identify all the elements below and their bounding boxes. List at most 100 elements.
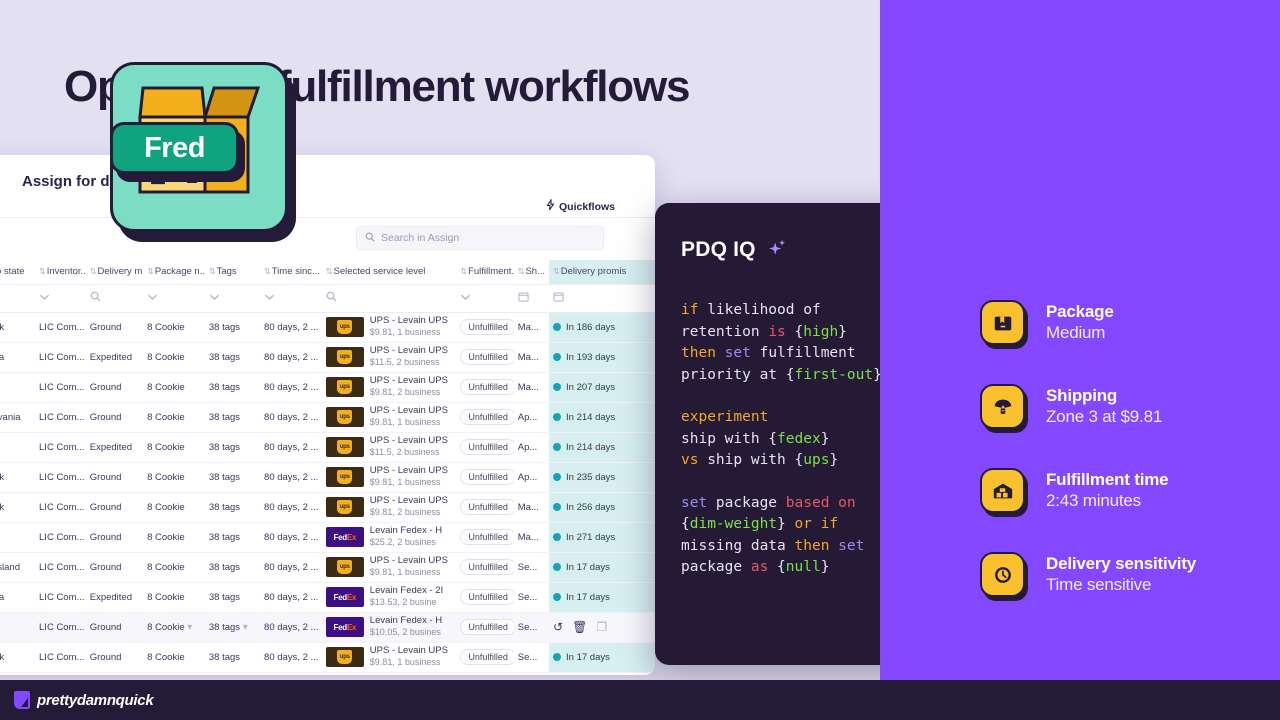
column-filter-4[interactable] [204, 284, 261, 313]
cell-fulfillment-status: Unfulfilled [456, 492, 514, 522]
service-name: Levain Fedex - H [369, 525, 443, 536]
column-filter-7[interactable] [456, 284, 514, 313]
column-header-9[interactable]: ⇅Delivery promis [549, 260, 655, 285]
column-filter-5[interactable] [260, 284, 322, 313]
status-dot-icon [553, 443, 562, 451]
delivery-promise-label: In 207 days [566, 381, 616, 393]
cell-selected-service-level: ups UPS - Levain UPS $9.81, 1 business [322, 462, 457, 492]
service-name: UPS - Levain UPS [369, 375, 448, 386]
chevron-down-icon [147, 293, 158, 304]
column-header-2[interactable]: ⇅Delivery m... [85, 260, 144, 285]
cell-ship-to-state: New York [0, 312, 35, 342]
table-row[interactable]: Virginia LIC Com... Ground 8 Cookie 38 tags 8… [0, 372, 655, 402]
table-row[interactable]: California LIC Com... Expedited 8 Cookie 38 … [0, 342, 655, 372]
column-header-label: Selected service level [333, 266, 426, 278]
cell-selected-service-level: ups UPS - Levain UPS $9.81, 1 business [322, 402, 457, 432]
search-input[interactable]: Search in Assign [356, 226, 604, 250]
cell-ship-date: Ma... [517, 381, 539, 393]
delivery-promise-label: In 186 days [566, 321, 616, 333]
delivery-promise-cell: In 207 days [549, 372, 655, 402]
column-header-6[interactable]: ⇅Selected service level [321, 260, 457, 285]
sort-icon: ⇅ [208, 267, 216, 277]
fedex-logo-icon: Fed Ex [325, 527, 364, 547]
table-row[interactable]: New York LIC Com... Ground 8 Cookie 38 tags 8… [0, 312, 655, 342]
cell-package-name: 8 Cookie [147, 471, 185, 483]
table-body: New York LIC Com... Ground 8 Cookie 38 tags 8… [0, 312, 655, 672]
table-row[interactable]: Illinois LIC Com... Ground 8 Cookie 38 tags 8… [0, 522, 655, 552]
status-dot-icon [553, 353, 562, 361]
cell-tags: 38 tags [208, 561, 241, 573]
table-row[interactable]: New York LIC Com... Ground 8 Cookie 38 tags 8… [0, 492, 655, 522]
column-filter-0[interactable] [0, 284, 36, 313]
column-header-3[interactable]: ⇅Package n... [143, 260, 205, 285]
table-row[interactable]: New York LIC Com... Ground 8 Cookie 38 tags 8… [0, 642, 655, 672]
table-row[interactable]: California LIC Com... Expedited 8 Cookie 38 … [0, 582, 655, 612]
column-filter-8[interactable] [513, 284, 550, 313]
cell-time-since: 80 days, 2 ... [264, 531, 319, 543]
column-filter-9[interactable] [549, 284, 655, 313]
row-actions-cell[interactable]: ↺ 🗑 ❐ [549, 612, 655, 642]
delivery-promise-label: In 193 days [566, 351, 616, 363]
delivery-promise-cell: In 271 days [549, 522, 655, 552]
cell-ship-date: Se... [517, 651, 538, 663]
footer-logo-text: prettydamnquick [37, 691, 154, 709]
app-header: Assign for delivery Quickflows [0, 155, 655, 217]
status-badge: Unfulfilled [460, 529, 514, 545]
cell-tags: 38 tags [208, 531, 241, 543]
service-price: $13.53, 2 busine [369, 596, 437, 607]
chevron-down-icon[interactable]: ▾ [187, 622, 192, 633]
cell-fulfillment-status: Unfulfilled [456, 612, 514, 642]
status-badge: Unfulfilled [460, 409, 514, 425]
column-header-0[interactable]: ⇅Ship to state [0, 260, 36, 285]
copy-icon[interactable]: ❐ [596, 620, 607, 634]
column-header-7[interactable]: ⇅Fulfillment... [456, 260, 514, 285]
column-header-4[interactable]: ⇅Tags [204, 260, 261, 285]
column-header-8[interactable]: ⇅Sh... [513, 260, 550, 285]
quickflows-button[interactable]: Quickflows [546, 198, 615, 214]
delivery-promise-cell: In 214 days [549, 402, 655, 432]
table-row[interactable]: Texas LIC Com... Expedited 8 Cookie 38 tags 8… [0, 432, 655, 462]
column-header-5[interactable]: ⇅Time sinc... [260, 260, 322, 285]
service-price: $9.81, 1 business [369, 656, 441, 667]
table-header-row: ⇅Ship to state⇅Inventor...⇅Delivery m...… [0, 260, 655, 285]
column-header-label: Ship to state [0, 266, 25, 278]
trash-icon[interactable]: 🗑 [572, 620, 587, 634]
table-row[interactable]: New York LIC Com... Ground 8 Cookie 38 tags 8… [0, 462, 655, 492]
table-filter-row [0, 284, 655, 313]
info-label: Package [1046, 302, 1114, 321]
table-row[interactable]: Pennsylvania LIC Com... Ground 8 Cookie 38 t… [0, 402, 655, 432]
column-filter-2[interactable] [85, 284, 144, 313]
calendar-icon [553, 292, 564, 305]
table-row[interactable]: Illinois LIC Com... Ground 8 Cookie ▾ 38 tag… [0, 612, 655, 642]
delivery-promise-cell: In 256 days [549, 492, 655, 522]
column-filter-6[interactable] [321, 284, 457, 313]
cell-delivery-method: Ground [89, 561, 122, 573]
delivery-promise-label: In 17 days [566, 591, 610, 603]
cell-ship-date: Ma... [517, 351, 539, 363]
status-dot-icon [553, 653, 562, 661]
cell-ship-to-state: Rhode Island [0, 561, 20, 573]
undo-icon[interactable]: ↺ [553, 620, 563, 634]
cell-package-name: 8 Cookie [147, 591, 185, 603]
chevron-down-icon[interactable]: ▾ [243, 622, 248, 633]
cell-time-since: 80 days, 2 ... [264, 411, 319, 423]
delivery-promise-label: In 271 days [566, 531, 616, 543]
shipping-parachute-icon [980, 384, 1028, 433]
cell-time-since: 80 days, 2 ... [264, 651, 319, 663]
cell-ship-date: Se... [517, 621, 538, 633]
cell-ship-date: Ma... [517, 501, 539, 513]
ups-logo-icon: ups [325, 317, 364, 337]
table-row[interactable]: Rhode Island LIC Com... Ground 8 Cookie 38 t… [0, 552, 655, 582]
quickflows-label: Quickflows [558, 200, 615, 213]
cell-selected-service-level: ups UPS - Levain UPS $9.81, 1 business [322, 552, 457, 582]
column-header-1[interactable]: ⇅Inventor... [35, 260, 86, 285]
cell-ship-date: Ap... [517, 411, 538, 423]
sort-icon: ⇅ [264, 267, 271, 277]
cell-fulfillment-status: Unfulfilled [456, 342, 514, 372]
service-price: $11.5, 2 business [369, 446, 440, 457]
column-filter-1[interactable] [35, 284, 86, 313]
service-price: $10.05, 2 busines [369, 626, 441, 637]
cell-tags: 38 tags [208, 651, 241, 663]
status-badge: Unfulfilled [460, 469, 514, 485]
column-filter-3[interactable] [143, 284, 205, 313]
